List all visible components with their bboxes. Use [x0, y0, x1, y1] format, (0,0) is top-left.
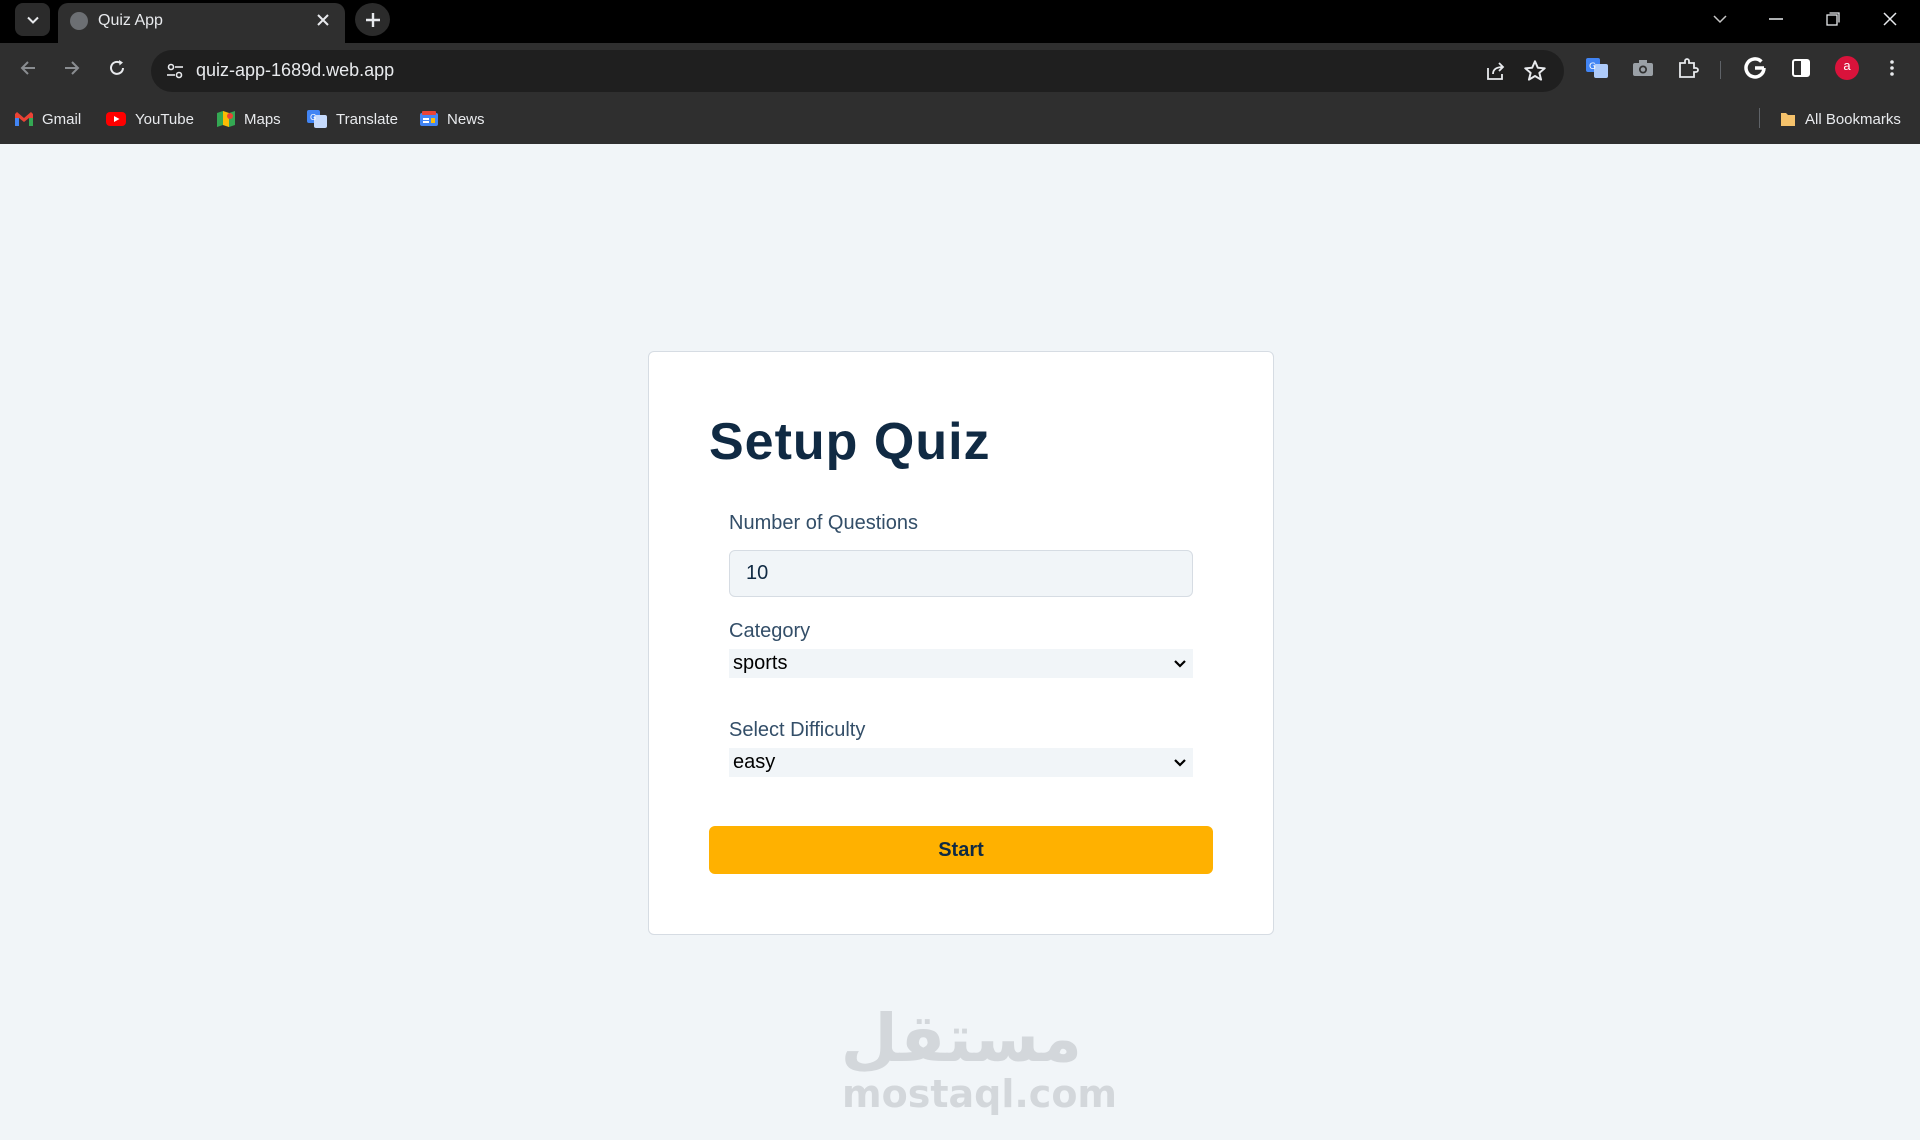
- chevron-down-icon: [1174, 659, 1186, 668]
- google-icon[interactable]: [1741, 54, 1769, 82]
- maps-icon: [217, 111, 235, 127]
- all-bookmarks-button[interactable]: All Bookmarks: [1779, 108, 1901, 130]
- chevron-down-icon: [26, 16, 39, 24]
- tab-strip: Quiz App: [0, 0, 1920, 43]
- watermark-latin: mostaql.com: [842, 1072, 1118, 1116]
- new-tab-button[interactable]: [355, 3, 390, 36]
- close-tab-icon[interactable]: [311, 8, 335, 32]
- bookmark-translate[interactable]: G Translate: [306, 108, 398, 130]
- toolbar-divider: [1720, 61, 1721, 79]
- close-window-button[interactable]: [1862, 0, 1918, 37]
- restore-button[interactable]: [1805, 0, 1861, 37]
- bookmark-news[interactable]: News: [419, 108, 485, 130]
- translate-extension-icon[interactable]: G: [1583, 54, 1611, 82]
- category-value: sports: [733, 652, 788, 674]
- menu-kebab-icon[interactable]: [1878, 54, 1906, 82]
- difficulty-value: easy: [733, 751, 776, 773]
- bookmark-star-icon[interactable]: [1522, 58, 1548, 84]
- difficulty-label: Select Difficulty: [729, 719, 866, 741]
- chevron-down-icon: [1713, 14, 1727, 23]
- forward-button[interactable]: [55, 51, 89, 85]
- reload-button[interactable]: [100, 51, 134, 85]
- gmail-icon: [15, 112, 33, 126]
- share-icon[interactable]: [1484, 59, 1508, 83]
- tab-list-button[interactable]: [1692, 0, 1748, 37]
- minimize-button[interactable]: [1748, 0, 1804, 37]
- start-button[interactable]: Start: [709, 826, 1213, 874]
- site-info-icon[interactable]: [160, 56, 190, 86]
- news-icon: [420, 111, 438, 126]
- category-select[interactable]: sports: [729, 649, 1193, 678]
- browser-toolbar: quiz-app-1689d.web.app G a: [0, 43, 1920, 94]
- mostaql-watermark: مستقل mostaql.com: [840, 1000, 1118, 1116]
- camera-extension-icon[interactable]: [1629, 54, 1657, 82]
- watermark-arabic: مستقل: [840, 1000, 1082, 1077]
- plus-icon: [365, 12, 380, 27]
- profile-avatar[interactable]: a: [1833, 54, 1861, 82]
- difficulty-select[interactable]: easy: [729, 748, 1193, 777]
- questions-label: Number of Questions: [729, 512, 918, 534]
- bookmarks-bar: Gmail YouTube Maps G Translate News All …: [0, 94, 1920, 144]
- url-text: quiz-app-1689d.web.app: [196, 60, 395, 80]
- reload-icon: [110, 60, 124, 75]
- bookmarks-divider: [1759, 108, 1760, 128]
- globe-icon: [70, 12, 88, 30]
- questions-input[interactable]: [729, 550, 1193, 597]
- bookmark-label: YouTube: [135, 110, 194, 128]
- bookmark-maps[interactable]: Maps: [216, 108, 281, 130]
- folder-icon: [1781, 113, 1795, 126]
- category-label: Category: [729, 620, 811, 642]
- all-bookmarks-label: All Bookmarks: [1805, 110, 1901, 128]
- bookmark-label: Translate: [336, 110, 398, 128]
- restore-icon: [1826, 11, 1840, 26]
- translate-icon: G: [307, 110, 327, 128]
- address-bar[interactable]: quiz-app-1689d.web.app: [151, 50, 1564, 92]
- tab-quiz-app[interactable]: Quiz App: [58, 3, 345, 43]
- bookmark-youtube[interactable]: YouTube: [105, 108, 194, 130]
- bookmark-label: Gmail: [42, 110, 82, 128]
- bookmark-gmail[interactable]: Gmail: [14, 108, 81, 130]
- page-title: Setup Quiz: [709, 413, 991, 471]
- close-icon: [1883, 11, 1897, 26]
- youtube-icon: [106, 112, 126, 126]
- arrow-left-icon: [20, 61, 35, 75]
- bookmark-label: News: [447, 110, 485, 128]
- svg-text:G: G: [1589, 62, 1596, 72]
- extensions-puzzle-icon[interactable]: [1674, 54, 1702, 82]
- tab-search-button[interactable]: [15, 3, 50, 36]
- back-button[interactable]: [11, 51, 45, 85]
- bookmark-label: Maps: [244, 110, 281, 128]
- tab-title: Quiz App: [98, 12, 163, 29]
- profile-initial: a: [1843, 58, 1851, 73]
- setup-quiz-card: Setup Quiz Number of Questions Category …: [648, 351, 1274, 935]
- page-content: Setup Quiz Number of Questions Category …: [0, 144, 1920, 1140]
- arrow-right-icon: [65, 61, 80, 75]
- svg-text:G: G: [310, 113, 316, 122]
- chevron-down-icon: [1174, 758, 1186, 767]
- minimize-icon: [1769, 17, 1783, 20]
- side-panel-icon[interactable]: [1787, 54, 1815, 82]
